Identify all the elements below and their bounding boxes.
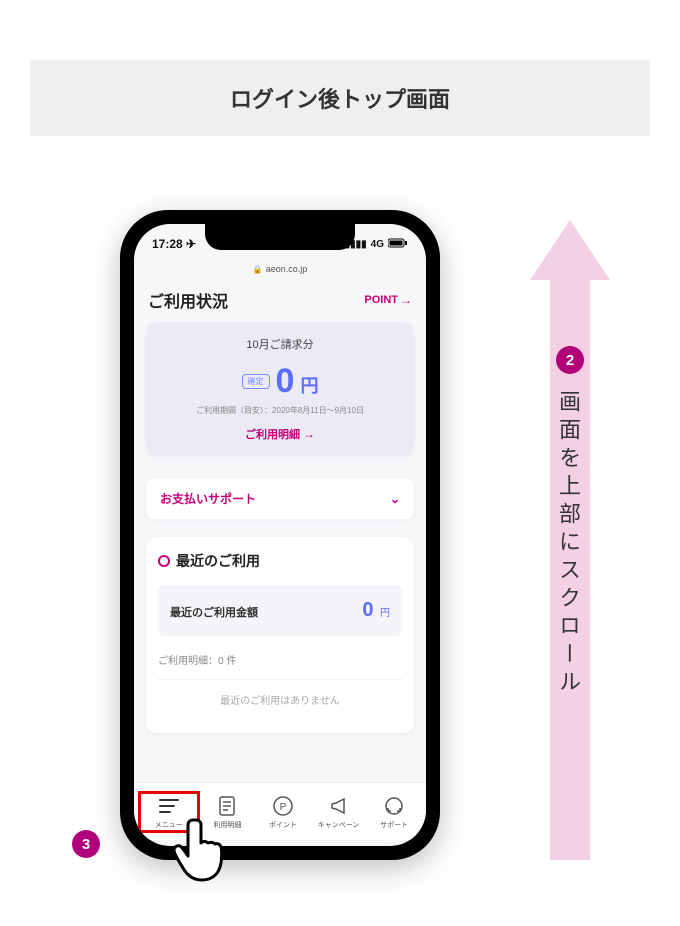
billing-card: 10月ご請求分 確定 0 円 ご利用期間（目安）：2020年8月11日〜9月10… (146, 322, 414, 456)
usage-header: ご利用状況 POINT → (146, 284, 414, 322)
point-link[interactable]: POINT → (364, 293, 412, 307)
step-badge-2: 2 (556, 346, 584, 374)
point-link-label: POINT (364, 294, 398, 306)
billing-detail-link[interactable]: ご利用明細 → (156, 426, 404, 442)
recent-count: ご利用明細：0 件 (158, 652, 402, 667)
recent-usage-title-text: 最近のご利用 (176, 551, 260, 571)
nav-campaign-label: キャンペーン (318, 820, 360, 830)
recent-amount-row: 最近のご利用金額 0 円 (158, 585, 402, 636)
status-indicators: ▮▮▮▮ 4G (345, 238, 408, 251)
headset-icon (382, 794, 406, 818)
billing-amount: 0 (276, 362, 295, 401)
lock-icon: 🔒 (253, 265, 263, 274)
phone-mockup: 17:28 ✈ ▮▮▮▮ 4G 🔒 aeon.co.jp ご利用状況 POINT… (120, 210, 440, 860)
recent-amount-label: 最近のご利用金額 (170, 604, 258, 620)
billing-yen: 円 (300, 372, 318, 398)
chevron-down-icon: ⌄ (390, 492, 400, 506)
nav-campaign[interactable]: キャンペーン (311, 794, 367, 830)
billing-amount-row: 確定 0 円 (156, 362, 404, 401)
pointer-hand-icon (168, 810, 238, 895)
step-badge-3: 3 (72, 830, 100, 858)
billing-period: ご利用期間（目安）：2020年8月11日〜9月10日 (156, 405, 404, 416)
page-title: ログイン後トップ画面 (230, 82, 450, 114)
recent-amount-yen: 円 (380, 608, 390, 619)
status-time: 17:28 ✈ (152, 237, 196, 251)
recent-usage-title: 最近のご利用 (158, 551, 402, 571)
scroll-arrow-annotation: 画面を上部にスクロール (490, 220, 650, 860)
nav-point[interactable]: P ポイント (255, 794, 311, 830)
scroll-instruction: 画面を上部にスクロール (552, 390, 584, 698)
nav-point-label: ポイント (269, 820, 297, 830)
billing-month: 10月ご請求分 (156, 336, 404, 352)
billing-detail-label: ご利用明細 (245, 426, 300, 442)
nav-support-label: サポート (380, 820, 408, 830)
payment-support-label: お支払いサポート (160, 490, 256, 507)
recent-amount-value: 0 (362, 599, 373, 621)
phone-notch (205, 224, 355, 250)
point-icon: P (271, 794, 295, 818)
nav-support[interactable]: サポート (366, 794, 422, 830)
usage-title: ご利用状況 (148, 288, 228, 312)
step-3-number: 3 (82, 836, 90, 853)
screen-content[interactable]: ご利用状況 POINT → 10月ご請求分 確定 0 円 ご利用期間（目安）：2… (134, 278, 426, 792)
recent-amount-value-wrap: 0 円 (362, 599, 390, 622)
page-title-banner: ログイン後トップ画面 (30, 60, 650, 136)
battery-icon (388, 238, 408, 251)
recent-empty: 最近のご利用はありません (158, 679, 402, 719)
recent-usage-section: 最近のご利用 最近のご利用金額 0 円 ご利用明細：0 件 最近のご利用はありま… (146, 537, 414, 733)
phone-screen: 17:28 ✈ ▮▮▮▮ 4G 🔒 aeon.co.jp ご利用状況 POINT… (134, 224, 426, 846)
megaphone-icon (327, 794, 351, 818)
confirmed-badge: 確定 (242, 374, 270, 389)
svg-text:P: P (280, 802, 287, 813)
arrow-right-icon: → (400, 293, 412, 307)
url-domain: aeon.co.jp (266, 264, 308, 274)
arrow-right-icon: → (303, 427, 315, 441)
step-2-number: 2 (566, 352, 574, 369)
browser-url-bar[interactable]: 🔒 aeon.co.jp (134, 264, 426, 278)
network-label: 4G (371, 239, 384, 250)
payment-support-row[interactable]: お支払いサポート ⌄ (146, 478, 414, 519)
